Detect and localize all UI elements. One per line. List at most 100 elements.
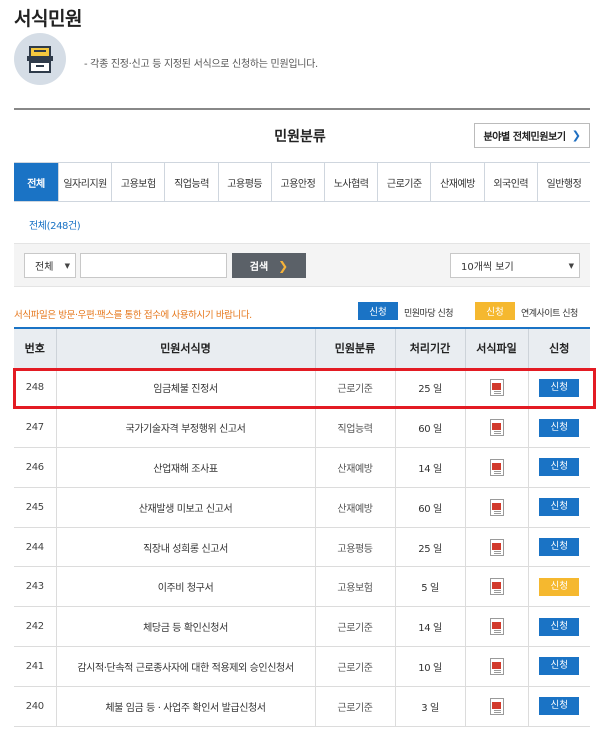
row-period: 25 일	[395, 527, 466, 568]
row-file-cell	[465, 646, 529, 687]
legend-yellow-text: 연계사이트 신청	[521, 309, 578, 319]
row-apply-cell: 신청	[528, 646, 590, 687]
apply-button[interactable]: 신청	[539, 418, 580, 437]
table-row: 247 국가기술자격 부정행위 신고서 직업능력 60 일 신청	[14, 407, 590, 449]
page-size-select[interactable]: 10개씩 보기 ▼	[450, 253, 580, 278]
tab-1[interactable]: 일자리지원	[59, 163, 113, 201]
row-category: 근로기준	[315, 368, 396, 409]
row-file-cell	[465, 368, 529, 409]
tab-5[interactable]: 고용안정	[272, 163, 326, 201]
row-file-cell	[465, 606, 529, 648]
row-period: 60 일	[395, 487, 466, 528]
document-file-icon[interactable]	[489, 538, 504, 556]
row-category: 직업능력	[315, 407, 396, 449]
apply-button[interactable]: 신청	[539, 617, 580, 636]
row-number: 246	[14, 447, 57, 488]
tab-3[interactable]: 직업능력	[165, 163, 219, 201]
tab-8[interactable]: 산재예방	[431, 163, 485, 201]
row-file-cell	[465, 407, 529, 449]
column-header: 민원서식명	[56, 327, 316, 369]
row-period: 5 일	[395, 566, 466, 608]
row-number: 241	[14, 646, 57, 687]
page-title: 서식민원	[14, 8, 82, 30]
form-name-link[interactable]: 직장내 성희롱 신고서	[56, 527, 316, 568]
tab-0[interactable]: 전체	[14, 163, 59, 201]
table-row: 245 산재발생 미보고 신고서 산재예방 60 일 신청	[14, 487, 590, 528]
row-period: 10 일	[395, 646, 466, 687]
row-apply-cell: 신청	[528, 447, 590, 488]
apply-button[interactable]: 신청	[539, 498, 580, 517]
document-file-icon[interactable]	[489, 657, 504, 675]
row-file-cell	[465, 527, 529, 568]
divider	[14, 108, 590, 110]
row-file-cell	[465, 566, 529, 608]
legend-blue-badge: 신청	[358, 302, 398, 320]
triangle-down-icon: ▼	[64, 262, 70, 270]
result-count[interactable]: 전체(248건)	[29, 217, 81, 232]
table-row: 241 감시적·단속적 근로종사자에 대한 적용제외 승인신청서 근로기준 10 일 신…	[14, 646, 590, 687]
form-table: 번호 민원서식명 민원분류 처리기간 서식파일 신청 248 임금체불 진정서 근로기준 25 …	[14, 327, 590, 727]
row-period: 14 일	[395, 447, 466, 488]
document-file-icon[interactable]	[489, 379, 504, 397]
document-file-icon[interactable]	[489, 458, 504, 476]
form-name-link[interactable]: 체당금 등 확인신청서	[56, 606, 316, 648]
row-file-cell	[465, 447, 529, 488]
view-all-by-field-button[interactable]: 분야별 전체민원보기 ❯	[474, 123, 590, 148]
column-header: 번호	[14, 327, 57, 369]
tab-7[interactable]: 근로기준	[378, 163, 432, 201]
row-category: 고용보험	[315, 566, 396, 608]
form-name-link[interactable]: 산업재해 조사표	[56, 447, 316, 488]
document-file-icon[interactable]	[489, 578, 504, 596]
form-name-link[interactable]: 임금체불 진정서	[56, 368, 316, 409]
document-file-icon[interactable]	[489, 618, 504, 636]
row-number: 240	[14, 686, 57, 727]
tab-6[interactable]: 노사협력	[325, 163, 379, 201]
form-name-link[interactable]: 체불 임금 등 · 사업주 확인서 발급신청서	[56, 686, 316, 727]
category-tabs: 전체 일자리지원 고용보험 직업능력 고용평등 고용안정 노사협력 근로기준 산재예방 외국인력 일…	[14, 162, 590, 202]
intro-text: - 각종 진정·신고 등 지정된 서식으로 신청하는 민원입니다.	[84, 59, 318, 70]
page-size-value: 10개씩 보기	[461, 262, 514, 273]
document-file-icon[interactable]	[489, 419, 504, 437]
form-name-link[interactable]: 산재발생 미보고 신고서	[56, 487, 316, 528]
tab-9[interactable]: 외국인력	[485, 163, 538, 201]
apply-button[interactable]: 신청	[539, 657, 580, 676]
row-category: 근로기준	[315, 646, 396, 687]
chevron-right-icon: ❯	[571, 129, 581, 142]
table-header-row: 번호 민원서식명 민원분류 처리기간 서식파일 신청	[14, 327, 590, 369]
tab-2[interactable]: 고용보험	[112, 163, 166, 201]
triangle-down-icon: ▼	[568, 262, 574, 270]
apply-button[interactable]: 신청	[539, 378, 580, 397]
row-category: 산재예방	[315, 487, 396, 528]
search-button[interactable]: 검색 ❯	[232, 253, 306, 278]
apply-button[interactable]: 신청	[539, 577, 580, 596]
row-apply-cell: 신청	[528, 566, 590, 608]
form-name-link[interactable]: 감시적·단속적 근로종사자에 대한 적용제외 승인신청서	[56, 646, 316, 687]
table-row: 242 체당금 등 확인신청서 근로기준 14 일 신청	[14, 606, 590, 648]
search-input[interactable]	[80, 253, 227, 278]
row-period: 14 일	[395, 606, 466, 648]
search-scope-select[interactable]: 전체 ▼	[24, 253, 76, 278]
row-period: 60 일	[395, 407, 466, 449]
archive-box-icon	[14, 33, 66, 85]
table-row: 240 체불 임금 등 · 사업주 확인서 발급신청서 근로기준 3 일 신청	[14, 686, 590, 727]
row-apply-cell: 신청	[528, 527, 590, 568]
form-name-link[interactable]: 국가기술자격 부정행위 신고서	[56, 407, 316, 449]
tab-10[interactable]: 일반행정	[538, 163, 590, 201]
row-file-cell	[465, 686, 529, 727]
row-category: 산재예방	[315, 447, 396, 488]
row-number: 243	[14, 566, 57, 608]
document-file-icon[interactable]	[489, 498, 504, 516]
apply-button[interactable]: 신청	[539, 697, 580, 716]
tab-4[interactable]: 고용평등	[219, 163, 272, 201]
row-apply-cell: 신청	[528, 487, 590, 528]
apply-button[interactable]: 신청	[539, 538, 580, 557]
table-row: 248 임금체불 진정서 근로기준 25 일 신청	[14, 368, 590, 409]
filter-bar: 전체 ▼ 검색 ❯ 10개씩 보기 ▼	[14, 243, 590, 287]
table-row: 244 직장내 성희롱 신고서 고용평등 25 일 신청	[14, 527, 590, 568]
apply-button[interactable]: 신청	[539, 458, 580, 477]
view-all-label: 분야별 전체민원보기	[483, 132, 566, 143]
form-name-link[interactable]: 이주비 청구서	[56, 566, 316, 608]
row-category: 고용평등	[315, 527, 396, 568]
document-file-icon[interactable]	[489, 697, 504, 715]
table-row: 246 산업재해 조사표 산재예방 14 일 신청	[14, 447, 590, 488]
